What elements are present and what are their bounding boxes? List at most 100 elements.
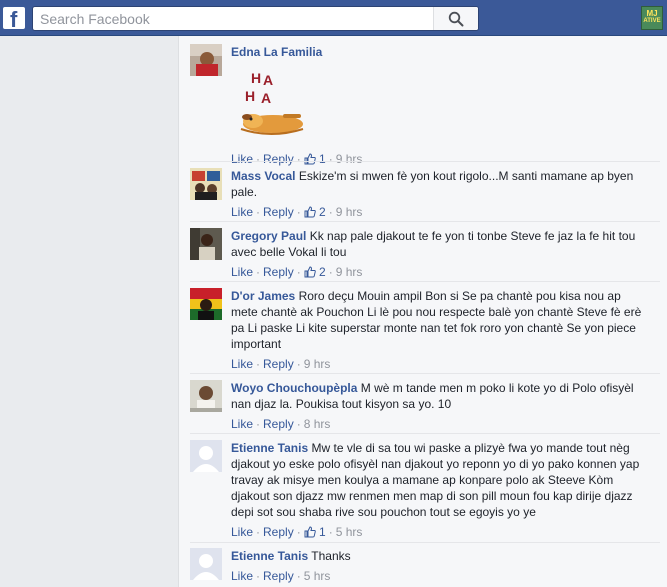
like-count-value: 2 [319, 205, 326, 219]
avatar-photo-icon [190, 380, 222, 412]
comment-time[interactable]: 9 hrs [304, 357, 331, 371]
like-link[interactable]: Like [231, 265, 253, 279]
left-gutter [0, 36, 177, 587]
separator: · [296, 569, 301, 583]
like-link[interactable]: Like [231, 357, 253, 371]
avatar[interactable] [190, 228, 222, 260]
separator: · [328, 152, 333, 166]
comment-actions: Like · Reply · 5 hrs [231, 569, 330, 583]
reply-link[interactable]: Reply [263, 265, 294, 279]
comment: Etienne Tanis Mw te vle di sa tou wi pas… [190, 440, 660, 544]
reply-link[interactable]: Reply [263, 205, 294, 219]
comment: Etienne Tanis Thanks Like · Reply · 5 hrs [190, 548, 660, 587]
sticker-letter: A [263, 72, 273, 88]
comment: Edna La Familia H A H A Like · Reply · 1 · 9 … [190, 44, 660, 166]
comment-text: Thanks [311, 549, 351, 563]
comment-body: Edna La Familia [231, 44, 649, 60]
avatar[interactable] [190, 548, 222, 580]
thumbs-up-icon [304, 206, 316, 218]
like-link[interactable]: Like [231, 417, 253, 431]
divider [190, 433, 660, 434]
like-count-value: 1 [319, 152, 326, 166]
comment-author[interactable]: D'or James [231, 289, 295, 303]
separator: · [256, 265, 261, 279]
search-button[interactable] [433, 7, 478, 30]
separator: · [296, 265, 301, 279]
comment-body: Etienne Tanis Thanks [231, 548, 649, 564]
divider [190, 221, 660, 222]
like-count-value: 2 [319, 265, 326, 279]
comment-time[interactable]: 9 hrs [336, 152, 363, 166]
comment-author[interactable]: Mass Vocal [231, 169, 295, 183]
comment: Woyo Chouchoupèpla M wè m tande men m po… [190, 380, 660, 435]
like-link[interactable]: Like [231, 569, 253, 583]
like-count-value: 1 [319, 525, 326, 539]
separator: · [256, 357, 261, 371]
search-input[interactable] [33, 7, 440, 30]
like-count[interactable]: 2 [304, 205, 326, 219]
reply-link[interactable]: Reply [263, 152, 294, 166]
avatar[interactable] [190, 288, 222, 320]
comment-body: Mass Vocal Eskize'm si mwen fè yon kout … [231, 168, 649, 200]
separator: · [296, 357, 301, 371]
comment-time[interactable]: 8 hrs [304, 417, 331, 431]
separator: · [296, 417, 301, 431]
divider [190, 373, 660, 374]
sticker-letter: A [261, 90, 271, 106]
avatar-photo-icon [190, 288, 222, 320]
comment-actions: Like · Reply · 2 · 9 hrs [231, 205, 362, 219]
divider [190, 161, 660, 162]
comment-time[interactable]: 9 hrs [336, 265, 363, 279]
separator: · [256, 152, 261, 166]
haha-dog-sticker-icon: H A H A [240, 70, 304, 135]
comment-body: Etienne Tanis Mw te vle di sa tou wi pas… [231, 440, 649, 520]
avatar[interactable] [190, 44, 222, 76]
comment-author[interactable]: Edna La Familia [231, 45, 322, 59]
avatar-photo-icon [190, 44, 222, 76]
separator: · [256, 525, 261, 539]
avatar-photo-icon [190, 228, 222, 260]
thumbs-up-icon [304, 153, 316, 165]
sticker-letter: H [251, 70, 261, 86]
comment-actions: Like · Reply · 8 hrs [231, 417, 330, 431]
comment-actions: Like · Reply · 1 · 5 hrs [231, 525, 362, 539]
reply-link[interactable]: Reply [263, 569, 294, 583]
like-count[interactable]: 2 [304, 265, 326, 279]
avatar[interactable] [190, 380, 222, 412]
like-link[interactable]: Like [231, 525, 253, 539]
separator: · [328, 265, 333, 279]
badge-line-2: ATIVE [643, 18, 661, 24]
comment-time[interactable]: 5 hrs [336, 525, 363, 539]
like-count[interactable]: 1 [304, 525, 326, 539]
search-icon [448, 11, 464, 27]
like-link[interactable]: Like [231, 205, 253, 219]
comments-panel: Edna La Familia H A H A Like · Reply · 1 · 9 … [178, 36, 667, 587]
separator: · [256, 205, 261, 219]
separator: · [296, 152, 301, 166]
facebook-logo-icon[interactable]: f [3, 7, 25, 32]
separator: · [328, 525, 333, 539]
separator: · [256, 417, 261, 431]
reply-link[interactable]: Reply [263, 357, 294, 371]
comment-author[interactable]: Gregory Paul [231, 229, 306, 243]
separator: · [296, 525, 301, 539]
comment-author[interactable]: Etienne Tanis [231, 549, 308, 563]
avatar-photo-icon [190, 168, 222, 200]
avatar[interactable] [190, 168, 222, 200]
reply-link[interactable]: Reply [263, 525, 294, 539]
comment-actions: Like · Reply · 9 hrs [231, 357, 330, 371]
thumbs-up-icon [304, 266, 316, 278]
comment-actions: Like · Reply · 1 · 9 hrs [231, 152, 362, 166]
comment-time[interactable]: 9 hrs [336, 205, 363, 219]
comment-time[interactable]: 5 hrs [304, 569, 331, 583]
like-count[interactable]: 1 [304, 152, 326, 166]
divider [190, 542, 660, 543]
app-badge-icon[interactable]: MJ ATIVE [641, 6, 663, 30]
avatar[interactable] [190, 440, 222, 472]
badge-line-1: MJ [646, 9, 658, 18]
comment-author[interactable]: Etienne Tanis [231, 441, 308, 455]
like-link[interactable]: Like [231, 152, 253, 166]
comment-author[interactable]: Woyo Chouchoupèpla [231, 381, 357, 395]
reply-link[interactable]: Reply [263, 417, 294, 431]
search-box [32, 6, 479, 31]
